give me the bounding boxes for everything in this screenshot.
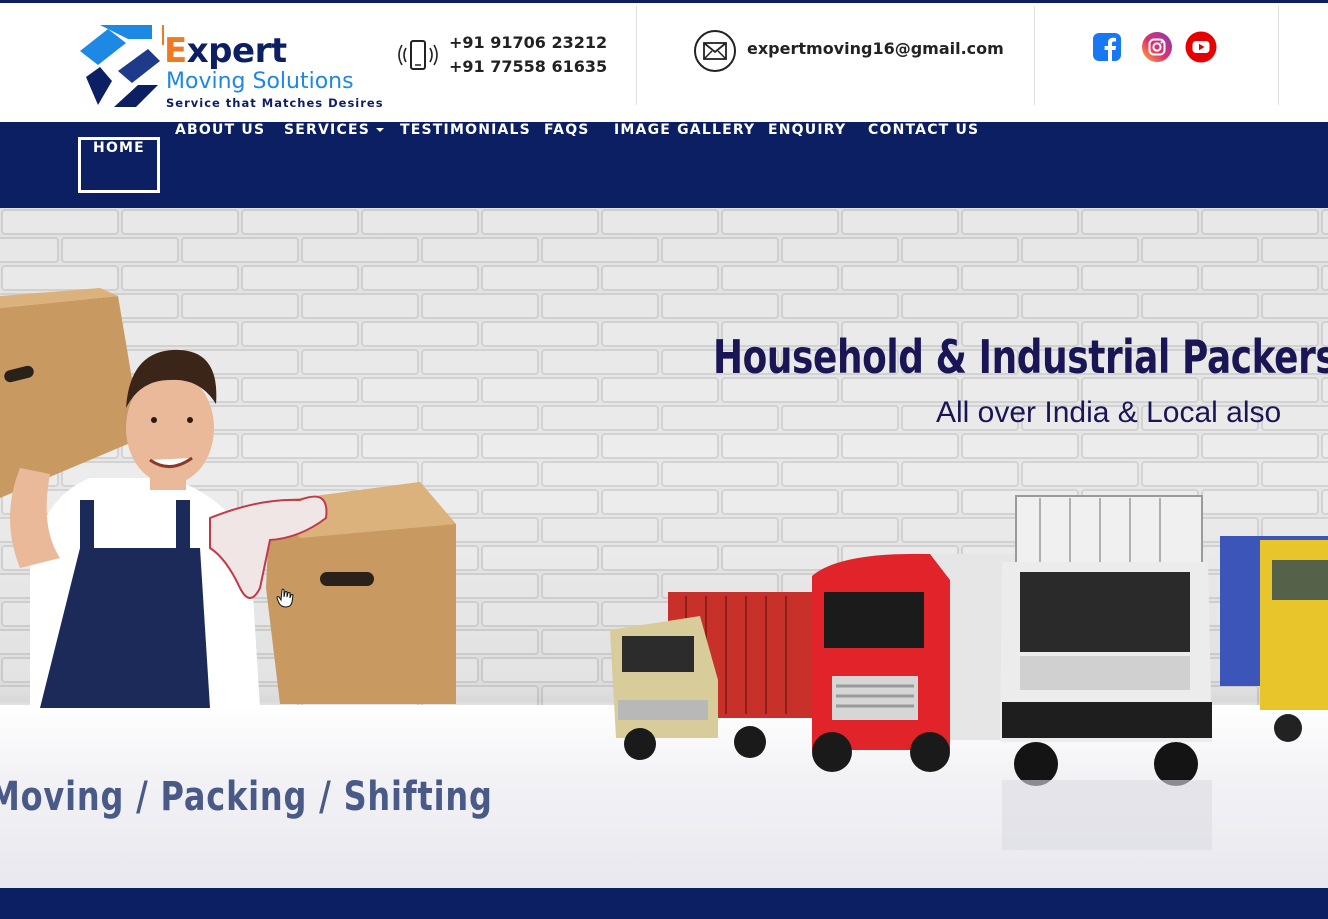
logo-title: Expert [164,31,287,71]
logo-mark-icon [80,25,164,107]
facebook-icon[interactable] [1091,31,1123,63]
email-link[interactable]: expertmoving16@gmail.com [747,39,1004,58]
nav-item-testimonials[interactable]: TESTIMONIALS [400,122,531,208]
hero-services-tagline: Moving / Packing / Shifting [0,774,493,820]
hero-title: Household & Industrial Packers and [713,330,1328,384]
hero-banner[interactable]: Household & Industrial Packers and All o… [0,208,1328,888]
logo-subtitle: Moving Solutions [166,69,354,94]
youtube-icon[interactable] [1185,31,1217,63]
footer-strip [0,888,1328,919]
nav-item-home[interactable]: HOME [78,137,160,193]
site-header: Expert Moving Solutions Service that Mat… [0,0,1328,122]
nav-item-faqs[interactable]: FAQS [544,122,590,208]
phone-icon [398,40,438,70]
nav-item-enquiry[interactable]: ENQUIRY [768,122,846,208]
main-navigation: HOME ABOUT US SERVICES TESTIMONIALS FAQS… [0,122,1328,208]
header-divider [1278,6,1279,105]
mover-illustration [0,288,456,708]
nav-item-services[interactable]: SERVICES [284,122,384,208]
instagram-icon[interactable] [1141,31,1173,63]
nav-item-about-us[interactable]: ABOUT US [175,122,265,208]
logo-tagline: Service that Matches Desires [166,96,384,110]
mail-icon [694,30,736,72]
hand-cursor-icon [276,588,294,608]
site-logo[interactable]: Expert Moving Solutions Service that Mat… [78,21,400,111]
header-divider [636,6,637,105]
nav-item-image-gallery[interactable]: IMAGE GALLERY [614,122,755,208]
phone-number-2[interactable]: +91 77558 61635 [449,55,607,79]
chevron-down-icon [376,128,384,132]
header-divider [1034,6,1035,105]
trucks-illustration [610,495,1328,850]
hero-subtitle: All over India & Local also [936,396,1282,429]
nav-item-contact-us[interactable]: CONTACT US [868,122,979,208]
phone-number-1[interactable]: +91 91706 23212 [449,31,607,55]
